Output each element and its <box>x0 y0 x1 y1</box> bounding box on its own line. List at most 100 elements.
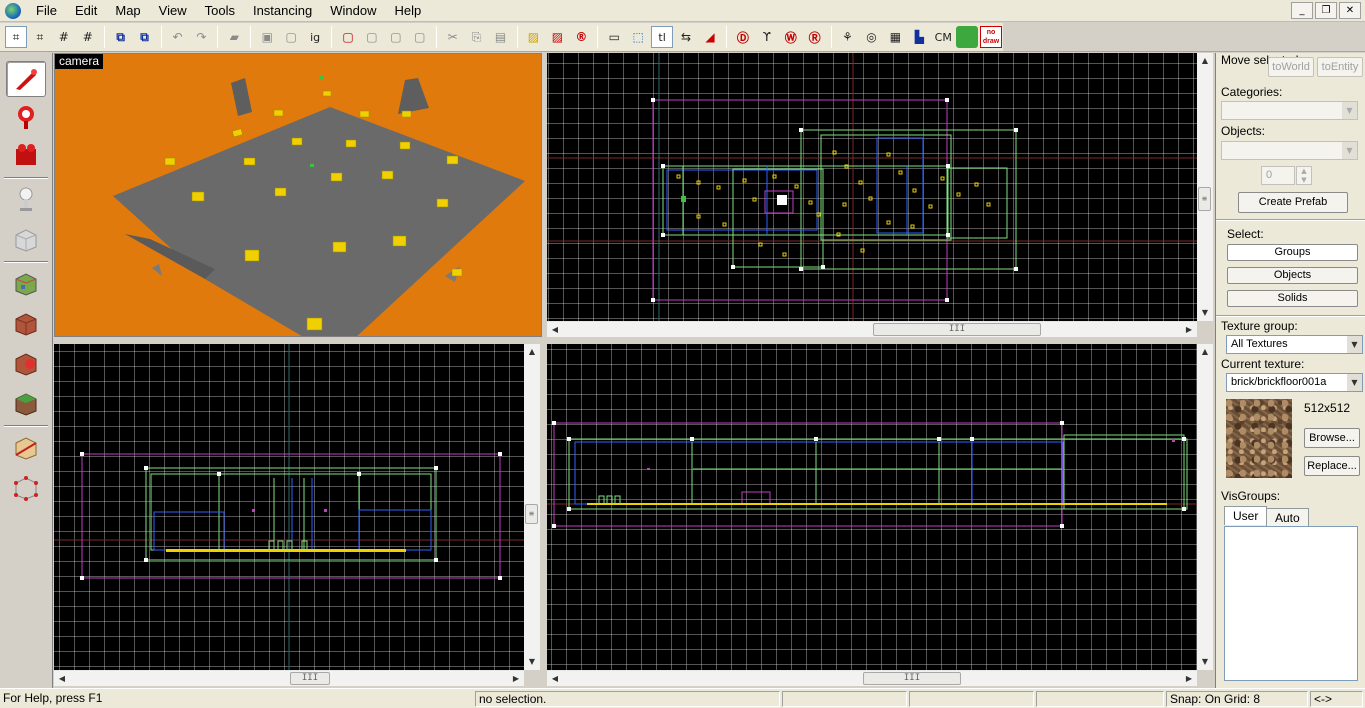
align-icon[interactable]: ◢ <box>699 26 721 48</box>
clipping-tool-icon[interactable] <box>6 429 46 465</box>
group-objects-icon[interactable]: ▣ <box>256 26 278 48</box>
menu-view[interactable]: View <box>150 0 196 22</box>
menu-tools[interactable]: Tools <box>196 0 244 22</box>
toggle-3d-grid-button[interactable]: ⌗ <box>29 26 51 48</box>
hide-icon[interactable]: ▰ <box>223 26 245 48</box>
texture-lock-button[interactable]: tl <box>651 26 674 48</box>
sprite-icon[interactable]: ⚘ <box>837 26 859 48</box>
copy-icon[interactable]: ⎘ <box>466 26 488 48</box>
scroll-down-arrow-icon[interactable]: ▼ <box>524 654 540 670</box>
redo-icon[interactable]: ↷ <box>190 26 212 48</box>
block-tool-icon[interactable] <box>6 221 46 257</box>
cordon-box-icon[interactable]: ▨ <box>546 26 568 48</box>
cordon-stripes-icon[interactable]: ▨ <box>523 26 545 48</box>
replace-button[interactable]: Replace... <box>1304 456 1360 476</box>
entity-tool-icon[interactable] <box>6 181 46 217</box>
scroll-thumb[interactable]: III <box>873 323 1041 336</box>
visgroup-list[interactable] <box>1224 526 1358 681</box>
camera-tool-icon[interactable] <box>6 137 46 173</box>
side-2d-viewport[interactable] <box>547 344 1197 670</box>
selection-tool-icon[interactable] <box>6 61 46 97</box>
scroll-right-arrow-icon[interactable]: ▶ <box>1181 322 1197 338</box>
menu-window[interactable]: Window <box>321 0 385 22</box>
top-2d-viewport[interactable] <box>547 53 1197 321</box>
menu-instancing[interactable]: Instancing <box>244 0 321 22</box>
menu-edit[interactable]: Edit <box>66 0 106 22</box>
ungroup-objects-icon[interactable]: ▢ <box>280 26 302 48</box>
select-objects-button[interactable]: Objects <box>1227 267 1358 284</box>
front-view-horizontal-scrollbar[interactable]: ◀ III ▶ <box>54 670 524 686</box>
cut-icon[interactable]: ✂ <box>442 26 464 48</box>
side-view-vertical-scrollbar[interactable]: ▲ ▼ <box>1197 344 1213 670</box>
apply-texture-icon[interactable] <box>6 305 46 341</box>
models-in-2d-icon[interactable]: ϒ <box>756 26 778 48</box>
app-globe-icon[interactable] <box>5 2 21 19</box>
texture-browser-icon[interactable]: ▦ <box>884 26 906 48</box>
to-entity-button[interactable]: toEntity <box>1317 57 1363 77</box>
current-texture-dropdown[interactable]: brick/brickfloor001a ▼ <box>1226 373 1363 392</box>
side-view-horizontal-scrollbar[interactable]: ◀ III ▶ <box>547 670 1197 686</box>
top-view-horizontal-scrollbar[interactable]: ◀ III ▶ <box>547 321 1197 337</box>
carve-icon[interactable]: ⧉ <box>110 26 132 48</box>
hide-unselected-icon[interactable]: ▢ <box>361 26 383 48</box>
leaf-icon[interactable] <box>956 26 979 48</box>
cordon-mode-button[interactable]: CM <box>932 26 954 48</box>
categories-dropdown[interactable]: ▼ <box>1221 101 1358 120</box>
menu-help[interactable]: Help <box>385 0 430 22</box>
paste-icon[interactable]: ▤ <box>490 26 512 48</box>
top-view-vertical-scrollbar[interactable]: ▲ ≡ ▼ <box>1197 53 1213 321</box>
scale-texture-lock-icon[interactable]: ⇆ <box>675 26 697 48</box>
scroll-left-arrow-icon[interactable]: ◀ <box>547 322 563 338</box>
undo-icon[interactable]: ↶ <box>167 26 189 48</box>
menu-map[interactable]: Map <box>106 0 149 22</box>
restore-button[interactable]: ❐ <box>1315 2 1337 19</box>
nodraw-button[interactable]: no draw <box>980 26 1003 48</box>
toggle-wireframe-icon[interactable]: Ⓦ <box>780 26 802 48</box>
texture-group-dropdown[interactable]: All Textures ▼ <box>1226 335 1363 354</box>
menu-file[interactable]: File <box>27 0 66 22</box>
quick-hide-icon[interactable]: ▢ <box>409 26 431 48</box>
overlay-tool-icon[interactable] <box>6 385 46 421</box>
minimize-button[interactable]: _ <box>1291 2 1313 19</box>
front-view-vertical-scrollbar[interactable]: ▲ ≡ ▼ <box>524 344 540 670</box>
toggle-radius-icon[interactable]: Ⓡ <box>804 26 826 48</box>
magnify-tool-icon[interactable] <box>6 99 46 135</box>
entity-report-icon[interactable]: ▙ <box>908 26 930 48</box>
scroll-thumb[interactable]: ≡ <box>1198 187 1211 211</box>
tab-user[interactable]: User <box>1224 506 1268 525</box>
select-solids-button[interactable]: Solids <box>1227 290 1358 307</box>
texture-preview-image[interactable] <box>1226 399 1292 478</box>
close-button[interactable]: ✕ <box>1339 2 1361 19</box>
vertex-tool-icon[interactable] <box>6 469 46 505</box>
scroll-thumb[interactable]: III <box>863 672 961 685</box>
camera-viewport[interactable]: camera <box>54 53 542 337</box>
prefab-count-input[interactable]: 0 <box>1261 166 1295 185</box>
objects-dropdown[interactable]: ▼ <box>1221 141 1358 160</box>
tab-auto[interactable]: Auto <box>1266 508 1309 527</box>
larger-grid-button[interactable]: # <box>77 26 99 48</box>
scroll-left-arrow-icon[interactable]: ◀ <box>547 671 563 687</box>
select-dashed-icon[interactable]: ⬚ <box>627 26 649 48</box>
scroll-down-arrow-icon[interactable]: ▼ <box>1197 654 1213 670</box>
scroll-down-arrow-icon[interactable]: ▼ <box>1197 305 1213 321</box>
create-prefab-button[interactable]: Create Prefab <box>1238 192 1348 213</box>
front-2d-viewport[interactable] <box>54 344 524 670</box>
decal-tool-icon[interactable] <box>6 345 46 381</box>
group-icon[interactable]: ⧉ <box>134 26 156 48</box>
select-groups-button[interactable]: Groups <box>1227 244 1358 261</box>
select-box-icon[interactable]: ▭ <box>603 26 625 48</box>
draw-helpers-icon[interactable]: Ⓓ <box>732 26 754 48</box>
scroll-up-arrow-icon[interactable]: ▲ <box>1197 344 1213 360</box>
horizontal-splitter[interactable] <box>54 337 1215 344</box>
scroll-right-arrow-icon[interactable]: ▶ <box>1181 671 1197 687</box>
vertical-splitter[interactable] <box>542 53 547 688</box>
browse-button[interactable]: Browse... <box>1304 428 1360 448</box>
scroll-thumb[interactable]: III <box>290 672 330 685</box>
hide-selected-icon[interactable]: ▢ <box>337 26 359 48</box>
spin-arrows-icon[interactable]: ▲ ▼ <box>1296 166 1312 185</box>
scroll-up-arrow-icon[interactable]: ▲ <box>1197 53 1213 69</box>
scroll-left-arrow-icon[interactable]: ◀ <box>54 671 70 687</box>
unhide-icon[interactable]: ▢ <box>385 26 407 48</box>
to-world-button[interactable]: toWorld <box>1268 57 1314 77</box>
ignore-groups-icon[interactable]: ig <box>304 26 326 48</box>
